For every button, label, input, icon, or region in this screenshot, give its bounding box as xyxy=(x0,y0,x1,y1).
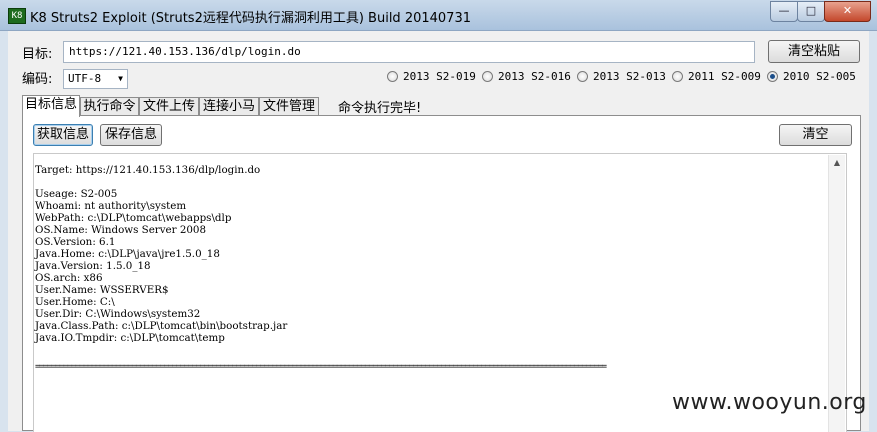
maximize-button[interactable]: □ xyxy=(797,1,825,22)
radio-s2-009[interactable]: 2011 S2-009 xyxy=(672,70,761,83)
tab-execute-command[interactable]: 执行命令 xyxy=(80,97,139,116)
tab-file-manager[interactable]: 文件管理 xyxy=(259,97,319,116)
target-info-panel: 获取信息 保存信息 清空 Target: https://121.40.153.… xyxy=(22,115,861,432)
window-title: K8 Struts2 Exploit (Struts2远程代码执行漏洞利用工具)… xyxy=(30,11,471,26)
radio-s2-019[interactable]: 2013 S2-019 xyxy=(387,70,476,83)
target-url-input[interactable]: https://121.40.153.136/dlp/login.do xyxy=(63,41,755,63)
radio-s2-013[interactable]: 2013 S2-013 xyxy=(577,70,666,83)
output-separator: ========================================… xyxy=(35,362,607,372)
radio-icon xyxy=(577,71,588,82)
target-label: 目标: xyxy=(22,47,53,62)
tab-target-info[interactable]: 目标信息 xyxy=(22,95,80,117)
radio-icon xyxy=(482,71,493,82)
tab-connect-shell[interactable]: 连接小马 xyxy=(199,97,259,116)
get-info-button[interactable]: 获取信息 xyxy=(33,124,93,146)
tab-file-upload[interactable]: 文件上传 xyxy=(139,97,199,116)
encoding-label: 编码: xyxy=(22,72,53,87)
radio-icon xyxy=(387,71,398,82)
status-text: 命令执行完毕! xyxy=(338,101,422,116)
chevron-down-icon: ▼ xyxy=(118,74,123,83)
radio-selected-icon xyxy=(767,71,778,82)
output-text: Target: https://121.40.153.136/dlp/login… xyxy=(35,164,288,344)
clear-paste-button[interactable]: 清空粘贴 xyxy=(768,40,860,63)
radio-icon xyxy=(672,71,683,82)
encoding-value: UTF-8 xyxy=(68,72,102,85)
close-button[interactable]: ✕ xyxy=(824,1,871,22)
encoding-select[interactable]: UTF-8 ▼ xyxy=(63,69,128,89)
scroll-up-icon[interactable]: ▲ xyxy=(829,155,845,171)
title-bar: K8 K8 Struts2 Exploit (Struts2远程代码执行漏洞利用… xyxy=(0,0,877,31)
clear-button[interactable]: 清空 xyxy=(779,124,852,146)
radio-s2-016[interactable]: 2013 S2-016 xyxy=(482,70,571,83)
radio-s2-005[interactable]: 2010 S2-005 xyxy=(767,70,856,83)
save-info-button[interactable]: 保存信息 xyxy=(100,124,162,146)
client-area: 目标: https://121.40.153.136/dlp/login.do … xyxy=(8,31,869,432)
minimize-button[interactable]: — xyxy=(770,1,798,22)
watermark: www.wooyun.org xyxy=(672,390,867,415)
app-icon: K8 xyxy=(8,8,26,24)
